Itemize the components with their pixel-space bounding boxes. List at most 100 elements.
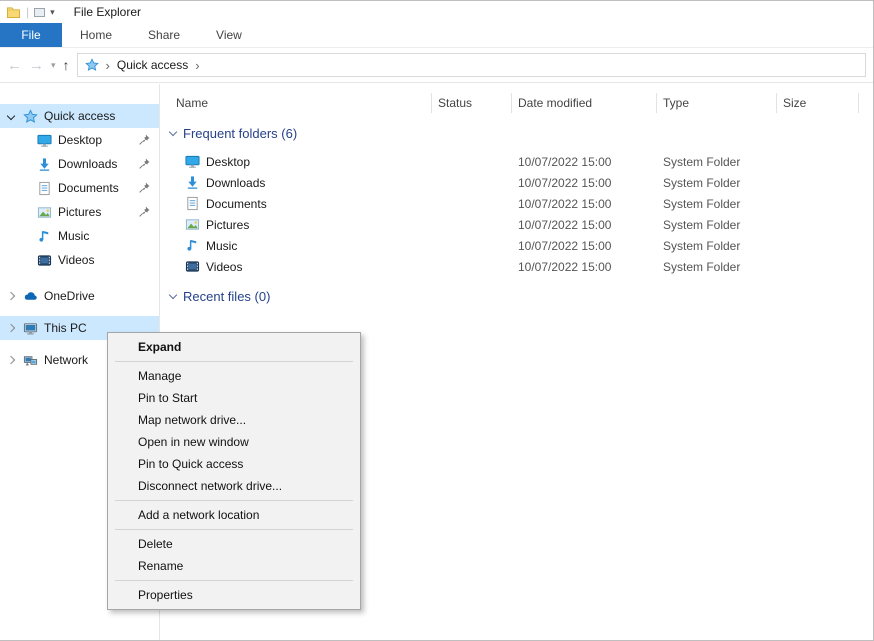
recent-locations-caret-icon[interactable]: ▾ [51,60,56,71]
sidebar-item-quick-access[interactable]: Quick access [0,104,159,128]
menu-item-properties[interactable]: Properties [108,584,360,606]
documents-icon [184,196,200,212]
file-name: Documents [206,197,267,211]
address-bar[interactable]: › Quick access › [77,53,866,77]
tab-view[interactable]: View [198,23,260,47]
music-icon [184,238,200,254]
tab-file[interactable]: File [0,23,62,47]
pin-icon [138,133,151,146]
sidebar-item-downloads[interactable]: Downloads [0,152,159,176]
group-header-recent-files[interactable]: Recent files (0) [170,289,873,304]
window-title: File Explorer [74,5,141,19]
navigation-bar: ← → ▾ ↑ › Quick access › [0,48,873,83]
sidebar-item-label: Quick access [44,109,115,123]
sidebar-item-label: Videos [58,253,94,267]
music-icon [36,228,52,244]
file-type: System Folder [657,197,777,211]
breadcrumb-quick-access[interactable]: Quick access [117,58,188,72]
sidebar-item-videos[interactable]: Videos [0,248,159,272]
column-header-type[interactable]: Type [657,93,777,113]
chevron-right-icon[interactable] [7,356,15,364]
explorer-folder-icon [5,4,21,20]
menu-separator [115,500,353,501]
column-header-date-modified[interactable]: Date modified [512,93,657,113]
sidebar-item-documents[interactable]: Documents [0,176,159,200]
sidebar-item-label: Desktop [58,133,102,147]
breadcrumb-chevron-icon[interactable]: › [195,59,199,72]
menu-item-map-network-drive[interactable]: Map network drive... [108,409,360,431]
menu-item-pin-to-start[interactable]: Pin to Start [108,387,360,409]
file-date-modified: 10/07/2022 15:00 [512,260,657,274]
up-button-icon[interactable]: ↑ [63,58,70,72]
ribbon-tab-bar: File Home Share View [0,23,873,48]
documents-icon [36,180,52,196]
tab-home[interactable]: Home [62,23,130,47]
file-type: System Folder [657,239,777,253]
onedrive-cloud-icon [22,288,38,304]
breadcrumb-chevron-icon[interactable]: › [106,59,110,72]
title-bar: | ▾ File Explorer [0,1,873,23]
sidebar-item-music[interactable]: Music [0,224,159,248]
table-row[interactable]: Downloads 10/07/2022 15:00 System Folder [160,172,873,193]
file-date-modified: 10/07/2022 15:00 [512,155,657,169]
group-header-label: Frequent folders (6) [183,126,297,141]
table-row[interactable]: Videos 10/07/2022 15:00 System Folder [160,256,873,277]
table-row[interactable]: Documents 10/07/2022 15:00 System Folder [160,193,873,214]
chevron-right-icon[interactable] [7,292,15,300]
table-row[interactable]: Pictures 10/07/2022 15:00 System Folder [160,214,873,235]
quick-access-star-icon [85,58,99,72]
menu-item-manage[interactable]: Manage [108,365,360,387]
file-date-modified: 10/07/2022 15:00 [512,197,657,211]
menu-item-rename[interactable]: Rename [108,555,360,577]
file-name: Desktop [206,155,250,169]
chevron-down-icon[interactable] [7,112,15,120]
sidebar-item-pictures[interactable]: Pictures [0,200,159,224]
menu-item-delete[interactable]: Delete [108,533,360,555]
menu-separator [115,580,353,581]
file-type: System Folder [657,155,777,169]
file-type: System Folder [657,218,777,232]
sidebar-item-label: Downloads [58,157,117,171]
file-name: Pictures [206,218,249,232]
menu-item-expand[interactable]: Expand [108,336,360,358]
sidebar-item-label: OneDrive [44,289,95,303]
tab-share[interactable]: Share [130,23,198,47]
sidebar-item-onedrive[interactable]: OneDrive [0,284,159,308]
downloads-icon [184,175,200,191]
sidebar-item-label: Documents [58,181,119,195]
qat-customize-caret-icon[interactable]: ▾ [50,7,55,18]
back-button-icon[interactable]: ← [7,58,22,73]
sidebar-item-label: Music [58,229,89,243]
file-date-modified: 10/07/2022 15:00 [512,218,657,232]
file-date-modified: 10/07/2022 15:00 [512,239,657,253]
forward-button-icon[interactable]: → [29,58,44,73]
file-name: Videos [206,260,242,274]
desktop-icon [184,154,200,170]
menu-item-pin-to-quick-access[interactable]: Pin to Quick access [108,453,360,475]
table-row[interactable]: Desktop 10/07/2022 15:00 System Folder [160,151,873,172]
sidebar-item-label: Network [44,353,88,367]
group-header-label: Recent files (0) [183,289,270,304]
pictures-icon [184,217,200,233]
column-header-size[interactable]: Size [777,93,859,113]
file-name: Music [206,239,237,253]
column-header-name[interactable]: Name [170,93,432,113]
menu-item-open-in-new-window[interactable]: Open in new window [108,431,360,453]
sidebar-item-desktop[interactable]: Desktop [0,128,159,152]
chevron-down-icon[interactable] [169,291,177,299]
pin-icon [138,181,151,194]
file-type: System Folder [657,260,777,274]
menu-item-disconnect-network-drive[interactable]: Disconnect network drive... [108,475,360,497]
chevron-down-icon[interactable] [169,128,177,136]
chevron-right-icon[interactable] [7,324,15,332]
file-name: Downloads [206,176,265,190]
table-row[interactable]: Music 10/07/2022 15:00 System Folder [160,235,873,256]
sidebar-item-label: This PC [44,321,87,335]
column-header-status[interactable]: Status [432,93,512,113]
file-explorer-window: | ▾ File Explorer File Home Share View ←… [0,0,874,641]
file-date-modified: 10/07/2022 15:00 [512,176,657,190]
qat-button-icon[interactable] [34,8,45,17]
menu-item-add-network-location[interactable]: Add a network location [108,504,360,526]
this-pc-icon [22,320,38,336]
group-header-frequent-folders[interactable]: Frequent folders (6) [170,126,873,141]
